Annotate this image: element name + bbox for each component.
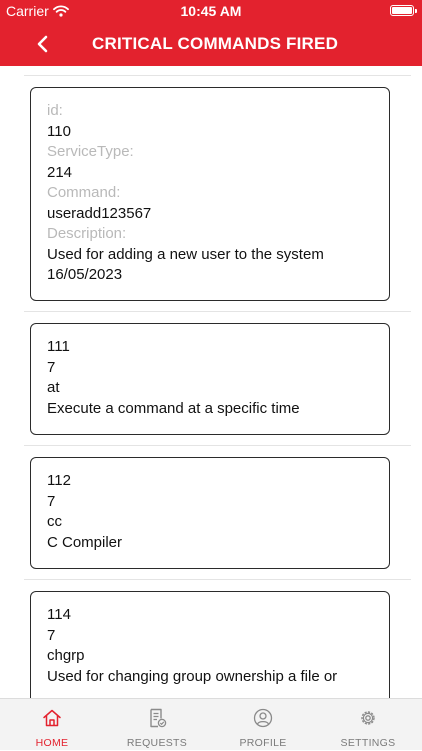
id-label: id: xyxy=(47,102,63,119)
tab-requests[interactable]: REQUESTS xyxy=(107,699,207,751)
command-description: Execute a command at a specific time xyxy=(47,399,300,417)
command-name: cc xyxy=(47,513,62,530)
tab-home[interactable]: HOME xyxy=(2,699,102,751)
page-title: CRITICAL COMMANDS FIRED xyxy=(92,34,339,53)
status-time: 10:45 AM xyxy=(180,3,242,19)
tab-profile[interactable]: PROFILE xyxy=(213,699,313,751)
document-icon xyxy=(150,708,167,728)
divider xyxy=(24,579,411,580)
service-type-value: 7 xyxy=(47,492,56,510)
home-icon xyxy=(43,709,61,727)
command-id: 112 xyxy=(47,472,71,489)
nav-bar: CRITICAL COMMANDS FIRED xyxy=(0,22,422,66)
divider xyxy=(24,311,411,312)
tab-requests-label: REQUESTS xyxy=(126,737,188,749)
command-date: 16/05/2023 xyxy=(47,266,123,283)
battery-icon xyxy=(390,5,417,16)
command-card[interactable]: id: 110 ServiceType: 214 Command: userad… xyxy=(30,87,390,301)
command-card[interactable]: 112 7 cc C Compiler xyxy=(30,457,390,569)
chevron-left-icon xyxy=(37,35,48,53)
command-id: 111 xyxy=(47,338,70,355)
command-label: Command: xyxy=(47,184,121,201)
description-label: Description: xyxy=(47,225,127,242)
user-icon xyxy=(253,708,273,728)
tab-settings[interactable]: SETTINGS xyxy=(318,699,418,751)
command-description: C Compiler xyxy=(47,533,123,551)
command-name: useradd123567 xyxy=(47,204,152,222)
divider xyxy=(24,75,411,76)
command-id: 110 xyxy=(47,122,71,140)
command-name: at xyxy=(47,379,60,396)
gear-icon xyxy=(361,711,375,725)
service-type-value: 7 xyxy=(47,626,56,644)
tab-profile-label: PROFILE xyxy=(239,737,287,749)
service-type-value: 7 xyxy=(47,358,56,376)
command-name: chgrp xyxy=(47,647,85,664)
status-bar: Carrier 10:45 AM xyxy=(0,0,422,22)
back-button[interactable] xyxy=(30,30,54,58)
tab-bar: HOME REQUESTS PROFILE SETTINGS xyxy=(0,698,422,750)
app-header: Carrier 10:45 AM CRITICAL COMMANDS FIRED xyxy=(0,0,422,66)
command-card[interactable]: 111 7 at Execute a command at a specific… xyxy=(30,323,390,435)
tab-home-label: HOME xyxy=(35,737,69,749)
command-card[interactable]: 114 7 chgrp Used for changing group owne… xyxy=(30,591,390,698)
service-type-value: 214 xyxy=(47,163,73,181)
divider xyxy=(24,445,411,446)
command-description: Used for adding a new user to the system xyxy=(47,245,324,263)
command-description: Used for changing group ownership a file… xyxy=(47,667,338,685)
command-list[interactable]: id: 110 ServiceType: 214 Command: userad… xyxy=(0,66,422,698)
tab-settings-label: SETTINGS xyxy=(340,737,396,749)
command-id: 114 xyxy=(47,606,71,623)
service-type-label: ServiceType: xyxy=(47,143,134,160)
